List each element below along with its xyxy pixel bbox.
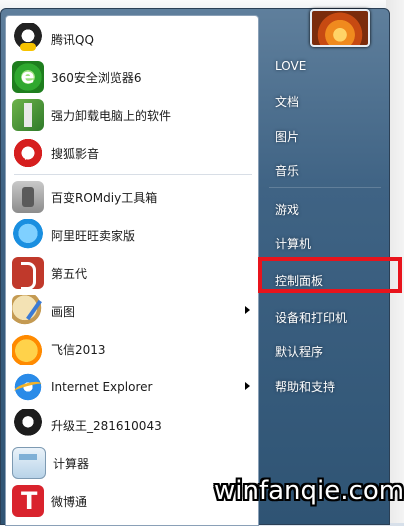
program-label: 强力卸载电脑上的软件 (51, 108, 172, 123)
rom-toolbox-icon (12, 181, 44, 213)
uninstaller-icon (12, 99, 44, 131)
sohu-video-icon (12, 137, 44, 169)
places-label: LOVE (275, 59, 307, 73)
program-item-qq[interactable]: 腾讯QQ (12, 20, 252, 58)
program-item-aliwangwang[interactable]: 阿里旺旺卖家版 (12, 216, 252, 254)
qq-icon (12, 23, 44, 55)
places-item-love[interactable]: LOVE (267, 53, 387, 79)
user-avatar[interactable] (310, 9, 370, 47)
program-label: 升级王_281610043 (51, 418, 162, 433)
places-item-help-support[interactable]: 帮助和支持 (267, 373, 387, 399)
site-watermark: winfanqie.com (214, 476, 404, 506)
places-item-music[interactable]: 音乐 (267, 157, 387, 183)
places-label: 设备和打印机 (275, 310, 348, 325)
submenu-arrow-icon[interactable] (245, 306, 250, 314)
program-item-rom-toolbox[interactable]: 百变ROMdiy工具箱 (12, 178, 252, 216)
places-label: 文档 (275, 94, 300, 109)
program-label: 360安全浏览器6 (51, 70, 142, 85)
places-label: 计算机 (275, 236, 312, 251)
program-item-internet-explorer[interactable]: Internet Explorer (12, 368, 252, 406)
places-label: 默认程序 (275, 344, 324, 359)
fetion-icon (12, 333, 44, 365)
submenu-arrow-icon[interactable] (245, 382, 250, 390)
places-label: 图片 (275, 129, 300, 144)
places-label: 游戏 (275, 202, 300, 217)
program-item-upgrade-king[interactable]: 升级王_281610043 (12, 406, 252, 444)
calculator-icon (12, 447, 46, 479)
program-item-uninstaller[interactable]: 强力卸载电脑上的软件 (12, 96, 252, 134)
program-label: 百变ROMdiy工具箱 (51, 190, 158, 205)
program-item-fifth-gen[interactable]: 第五代 (12, 254, 252, 292)
places-item-default-programs[interactable]: 默认程序 (267, 338, 387, 364)
program-label: 搜狐影音 (51, 146, 100, 161)
aliwangwang-icon (12, 219, 44, 251)
program-label: 第五代 (51, 266, 88, 281)
program-label: 计算器 (53, 456, 90, 471)
pinned-divider (14, 174, 252, 175)
places-divider (269, 187, 381, 188)
places-label: 帮助和支持 (275, 379, 336, 394)
places-item-devices-printers[interactable]: 设备和打印机 (267, 304, 387, 330)
program-label: 画图 (51, 304, 76, 319)
places-item-documents[interactable]: 文档 (267, 88, 387, 114)
fifth-gen-icon (12, 257, 44, 289)
program-item-fetion[interactable]: 飞信2013 (12, 330, 252, 368)
program-item-360-browser[interactable]: 360安全浏览器6 (12, 58, 252, 96)
browser-360-icon (12, 61, 44, 93)
control-panel-highlight-box (258, 257, 402, 293)
program-item-sohu-video[interactable]: 搜狐影音 (12, 134, 252, 172)
program-label: Internet Explorer (51, 380, 153, 394)
weibotong-icon (12, 485, 44, 517)
start-menu-programs-pane: 腾讯QQ 360安全浏览器6 强力卸载电脑上的软件 搜狐影音 百变ROMdiy工… (5, 15, 259, 526)
places-label: 音乐 (275, 163, 300, 178)
program-label: 飞信2013 (51, 342, 106, 357)
places-item-games[interactable]: 游戏 (267, 196, 387, 222)
program-item-paint[interactable]: 画图 (12, 292, 252, 330)
penguin-icon (12, 409, 44, 441)
paint-icon (12, 295, 44, 327)
program-label: 阿里旺旺卖家版 (51, 228, 136, 243)
places-item-computer[interactable]: 计算机 (267, 230, 387, 256)
places-item-pictures[interactable]: 图片 (267, 123, 387, 149)
ie-icon (12, 371, 44, 403)
program-label: 微博通 (51, 494, 88, 509)
program-label: 腾讯QQ (51, 32, 94, 47)
